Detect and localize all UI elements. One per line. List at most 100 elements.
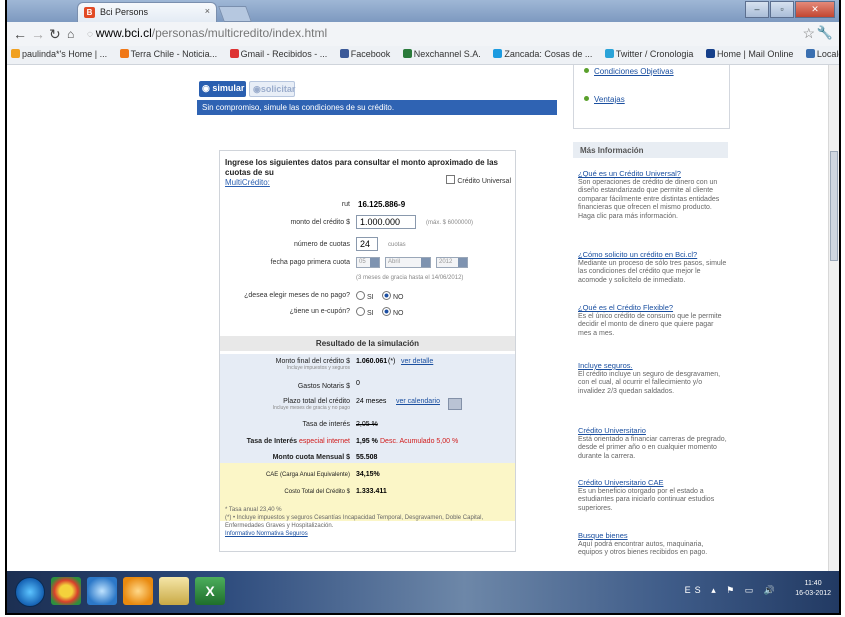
info-item-title[interactable]: ¿Qué es el Crédito Flexible?: [578, 303, 728, 313]
start-button[interactable]: [15, 577, 45, 607]
reload-icon[interactable]: ↻: [49, 26, 61, 43]
info-item-text: Está orientado a financiar carreras de p…: [578, 435, 727, 460]
system-clock[interactable]: 11:40 16-03-2012: [795, 579, 831, 599]
descuento-value: Desc. Acumulado 5,00 %: [380, 438, 459, 445]
language-indicator: ES: [684, 585, 705, 595]
cuotas-input[interactable]: 24: [356, 237, 378, 251]
plazo-sub: Incluye meses de gracia y no pago: [272, 405, 350, 411]
monto-final-mark: (*): [388, 358, 396, 365]
simulator-banner: Sin compromiso, simule las condiciones d…: [197, 100, 557, 115]
bookmark-favicon-icon: [339, 49, 349, 58]
solicitar-button[interactable]: ◉solicitar: [249, 81, 295, 97]
info-item-title[interactable]: Crédito Universitario CAE: [578, 478, 728, 488]
bookmark-item[interactable]: paulinda*'s Home | ...: [11, 49, 107, 59]
back-arrow-icon[interactable]: ←: [13, 26, 27, 42]
info-item-title[interactable]: Busque bienes: [578, 531, 728, 541]
monto-label: monto del crédito $: [290, 219, 350, 226]
fecha-year-select[interactable]: 2012: [436, 257, 468, 268]
bookmark-item[interactable]: Twitter / Cronologia: [604, 49, 694, 59]
notes-icon[interactable]: [159, 577, 189, 605]
close-window-button[interactable]: ✕: [795, 1, 835, 18]
forward-arrow-icon[interactable]: →: [31, 26, 45, 42]
messenger-icon[interactable]: [123, 577, 153, 605]
info-item-title[interactable]: ¿Qué es un Crédito Universal?: [578, 169, 728, 179]
page-scrollbar[interactable]: [828, 65, 839, 571]
close-tab-icon[interactable]: ×: [205, 6, 210, 16]
bookmark-favicon-icon: [229, 49, 239, 58]
scrollbar-thumb[interactable]: [830, 151, 838, 261]
condiciones-objetivas-link[interactable]: Condiciones Objetivas: [584, 67, 674, 76]
radio-on-icon: [382, 307, 391, 316]
fecha-day-select[interactable]: 05: [356, 257, 380, 268]
system-tray[interactable]: ES ▴ ⚑ ▭ 🔊: [685, 585, 779, 596]
bookmark-favicon-icon: [805, 49, 815, 58]
chevron-down-icon: [421, 258, 430, 267]
ventajas-link[interactable]: Ventajas: [584, 95, 625, 104]
rut-value: 16.125.886-9: [358, 200, 406, 209]
calendar-icon[interactable]: [448, 398, 462, 410]
informativo-seguros-link[interactable]: Informativo Normativa Seguros: [225, 530, 515, 538]
fecha-day-value: 05: [359, 259, 366, 265]
info-item-title[interactable]: Incluye seguros.: [578, 361, 728, 371]
url-host: www.bci.cl: [95, 26, 152, 40]
costo-label: Costo Total del Crédito $: [284, 489, 350, 495]
info-item: ¿Qué es el Crédito Flexible? Es el único …: [578, 303, 728, 338]
cae-value: 34,15%: [356, 471, 380, 478]
note-seguros: (*) • Incluye impuestos y seguros Cesant…: [225, 515, 484, 529]
info-item-title[interactable]: Crédito Universitario: [578, 426, 728, 436]
windows-taskbar: X ES ▴ ⚑ ▭ 🔊 11:40 16-03-2012: [7, 571, 839, 613]
chrome-icon[interactable]: [51, 577, 81, 605]
monto-hint: (máx. $ 6000000): [426, 220, 474, 226]
no-pago-label: ¿desea elegir meses de no pago?: [244, 292, 350, 299]
bookmark-star-icon[interactable]: ☆: [802, 25, 815, 42]
info-item: Incluye seguros. El crédito incluye un se…: [578, 361, 728, 396]
result-notes: * Tasa anual 23,40 % (*) • Incluye impue…: [225, 506, 515, 538]
browser-tab[interactable]: B Bci Persons ×: [77, 2, 217, 22]
plazo-label-text: Plazo total del crédito: [283, 398, 350, 405]
fecha-month-select[interactable]: Abril: [385, 257, 431, 268]
fecha-label: fecha pago primera cuota: [270, 259, 350, 266]
bookmark-label: Twitter / Cronologia: [615, 49, 694, 59]
home-icon[interactable]: ⌂: [67, 27, 74, 41]
cuota-value: 55.508: [356, 454, 378, 461]
info-item: Crédito Universitario CAE Es un beneficio…: [578, 478, 728, 513]
cuotas-label: número de cuotas: [293, 241, 350, 248]
window-controls: – ▫ ✕: [744, 1, 835, 18]
no-pago-si-radio[interactable]: SI: [356, 291, 374, 301]
minimize-button[interactable]: –: [745, 1, 769, 18]
simular-label: simular: [212, 83, 245, 93]
browser-toolbar: ← → ↻ ⌂ ◌ www.bci.cl/personas/multicredi…: [7, 22, 839, 47]
bookmark-item[interactable]: Home | Mail Online: [705, 49, 793, 59]
wrench-menu-icon[interactable]: 🔧: [817, 25, 833, 41]
bookmark-item[interactable]: Nexchannel S.A.: [402, 49, 481, 59]
media-player-icon[interactable]: [87, 577, 117, 605]
tasa-especial-label-b: especial internet: [299, 438, 350, 445]
ecupon-no-radio[interactable]: NO: [382, 307, 404, 317]
excel-icon[interactable]: X: [195, 577, 225, 605]
credito-universal-checkbox[interactable]: Crédito Universal: [446, 175, 511, 185]
simular-button[interactable]: ◉ simular: [199, 81, 246, 97]
ver-calendario-link[interactable]: ver calendario: [396, 398, 440, 405]
monto-input[interactable]: 1.000.000: [356, 215, 416, 229]
bookmarks-bar: paulinda*'s Home | ... Terra Chile - Not…: [7, 46, 839, 65]
no-pago-no-radio[interactable]: NO: [382, 291, 404, 301]
ver-detalle-link[interactable]: ver detalle: [401, 358, 433, 365]
info-item-text: El crédito incluye un seguro de desgrava…: [578, 370, 721, 395]
bookmark-item[interactable]: Locales | topfashion: [805, 49, 839, 59]
credito-universal-label: Crédito Universal: [457, 178, 511, 185]
bookmark-item[interactable]: Zancada: Cosas de ...: [493, 49, 592, 59]
info-item-title[interactable]: ¿Cómo solicito un crédito en Bci.cl?: [578, 250, 728, 260]
bookmark-item[interactable]: Facebook: [339, 49, 390, 59]
address-bar[interactable]: ◌ www.bci.cl/personas/multicredito/index…: [87, 25, 787, 43]
no-label: NO: [393, 310, 404, 317]
ecupon-si-radio[interactable]: SI: [356, 307, 374, 317]
ventajas-label: Ventajas: [594, 95, 625, 104]
fecha-month-value: Abril: [388, 259, 401, 265]
maximize-button[interactable]: ▫: [770, 1, 794, 18]
bookmark-item[interactable]: Terra Chile - Noticia...: [119, 49, 217, 59]
multicredito-link[interactable]: MultiCrédito:: [225, 178, 270, 187]
bookmark-label: Gmail - Recibidos - ...: [240, 49, 328, 59]
info-item-text: Son operaciones de crédito de dinero con…: [578, 178, 720, 220]
new-tab-button[interactable]: [218, 6, 252, 22]
bookmark-item[interactable]: Gmail - Recibidos - ...: [229, 49, 328, 59]
